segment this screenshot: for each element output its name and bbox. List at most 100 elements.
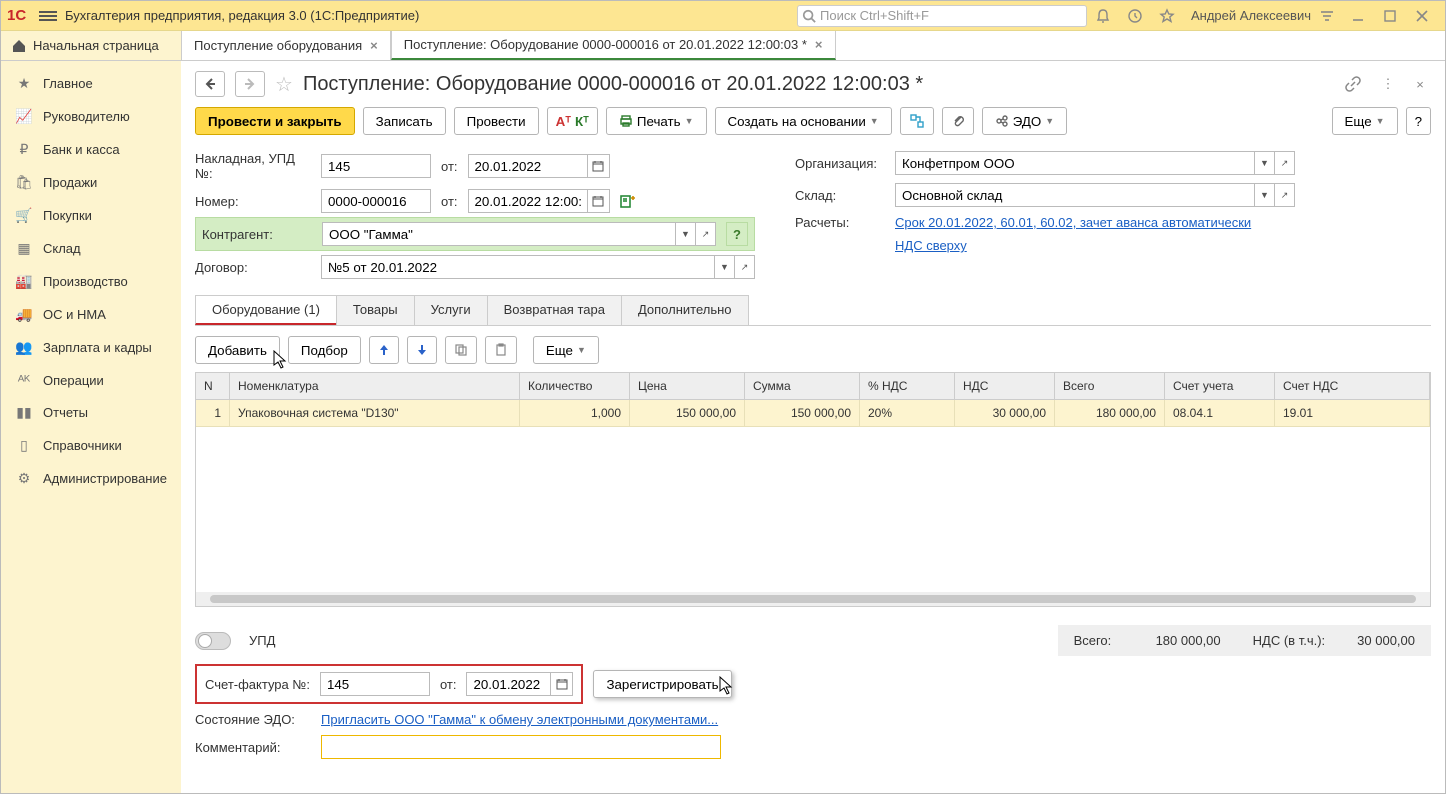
edo-state-label: Состояние ЭДО: [195, 712, 311, 727]
kebab-icon[interactable]: ⋮ [1377, 76, 1399, 92]
maximize-icon[interactable] [1383, 9, 1407, 23]
org-field[interactable] [895, 151, 1255, 175]
invoice-date-field[interactable] [468, 154, 588, 178]
sidebar-item-label: Справочники [43, 438, 122, 453]
col-qty: Количество [520, 373, 630, 399]
table-more-button[interactable]: Еще▼ [533, 336, 599, 364]
user-name[interactable]: Андрей Алексеевич [1191, 8, 1311, 23]
sidebar-item-label: ОС и НМА [43, 307, 106, 322]
global-search[interactable]: Поиск Ctrl+Shift+F [797, 5, 1087, 27]
dropdown-icon[interactable]: ▼ [1255, 151, 1275, 175]
close-icon[interactable]: × [370, 38, 378, 53]
calendar-icon[interactable] [551, 672, 573, 696]
star-icon: ★ [15, 75, 33, 92]
more-button[interactable]: Еще▼ [1332, 107, 1398, 135]
post-button[interactable]: Провести [454, 107, 539, 135]
link-icon[interactable] [1345, 76, 1367, 92]
move-up-button[interactable] [369, 336, 399, 364]
col-total: Всего [1055, 373, 1165, 399]
history-icon[interactable] [1127, 8, 1151, 24]
sidebar-item-main[interactable]: ★Главное [1, 67, 181, 100]
back-button[interactable] [195, 71, 225, 97]
dropdown-icon[interactable]: ▼ [715, 255, 735, 279]
entries-button[interactable]: АᵀКᵀ [547, 107, 598, 135]
open-icon[interactable]: ↗ [735, 255, 755, 279]
subtab-extra[interactable]: Дополнительно [621, 295, 749, 325]
sf-no-field[interactable] [320, 672, 430, 696]
contract-field[interactable] [321, 255, 715, 279]
main-menu-icon[interactable] [39, 9, 57, 23]
sidebar-item-manager[interactable]: 📈Руководителю [1, 100, 181, 133]
horizontal-scrollbar[interactable] [196, 592, 1430, 606]
record-button[interactable]: Записать [363, 107, 446, 135]
open-icon[interactable]: ↗ [1275, 151, 1295, 175]
cell-vatp: 20% [860, 400, 955, 426]
close-window-icon[interactable] [1415, 9, 1439, 23]
paste-button[interactable] [485, 336, 517, 364]
home-tab[interactable]: Начальная страница [1, 31, 181, 60]
copy-button[interactable] [445, 336, 477, 364]
subtab-services[interactable]: Услуги [414, 295, 488, 325]
invoice-no-field[interactable] [321, 154, 431, 178]
vat-mode-link[interactable]: НДС сверху [895, 238, 967, 253]
number-field[interactable] [321, 189, 431, 213]
doc-tab-2[interactable]: Поступление: Оборудование 0000-000016 от… [391, 31, 836, 60]
sidebar-item-reports[interactable]: ▮▮Отчеты [1, 396, 181, 429]
register-button[interactable]: Зарегистрировать [593, 670, 731, 698]
upd-toggle[interactable] [195, 632, 231, 650]
table-row[interactable]: 1 Упаковочная система "D130" 1,000 150 0… [196, 400, 1430, 427]
close-icon[interactable]: × [815, 37, 823, 52]
pick-button[interactable]: Подбор [288, 336, 361, 364]
from-label: от: [441, 159, 458, 174]
bars-icon: ▮▮ [15, 404, 33, 421]
calendar-icon[interactable] [588, 189, 610, 213]
sidebar-item-operations[interactable]: ᴬᴷОперации [1, 364, 181, 396]
cell-sum: 150 000,00 [745, 400, 860, 426]
dropdown-icon[interactable]: ▼ [676, 222, 696, 246]
minimize-icon[interactable] [1351, 9, 1375, 23]
sidebar-item-purchases[interactable]: 🛒Покупки [1, 199, 181, 232]
counterparty-field[interactable] [322, 222, 676, 246]
edo-invite-link[interactable]: Пригласить ООО "Гамма" к обмену электрон… [321, 712, 718, 727]
subtab-returnable[interactable]: Возвратная тара [487, 295, 622, 325]
sf-date-field[interactable] [466, 672, 551, 696]
sidebar-item-admin[interactable]: ⚙Администрирование [1, 462, 181, 495]
sidebar-item-refs[interactable]: ▯Справочники [1, 429, 181, 462]
number-date-field[interactable] [468, 189, 588, 213]
move-down-button[interactable] [407, 336, 437, 364]
attach-button[interactable] [942, 107, 974, 135]
panel-settings-icon[interactable] [1319, 8, 1343, 24]
create-based-button[interactable]: Создать на основании▼ [715, 107, 892, 135]
home-icon [11, 38, 27, 54]
sidebar-item-assets[interactable]: 🚚ОС и НМА [1, 298, 181, 331]
hint-button[interactable]: ? [726, 222, 748, 246]
subtab-goods[interactable]: Товары [336, 295, 415, 325]
edo-button[interactable]: ЭДО▼ [982, 107, 1067, 135]
add-row-button[interactable]: Добавить [195, 336, 280, 364]
calendar-icon[interactable] [588, 154, 610, 178]
open-icon[interactable]: ↗ [1275, 183, 1295, 207]
open-icon[interactable]: ↗ [696, 222, 716, 246]
subtab-equipment[interactable]: Оборудование (1) [195, 295, 337, 325]
warehouse-field[interactable] [895, 183, 1255, 207]
close-icon[interactable]: × [1409, 77, 1431, 92]
forward-button[interactable] [235, 71, 265, 97]
comment-field[interactable] [321, 735, 721, 759]
sidebar-item-warehouse[interactable]: ▦Склад [1, 232, 181, 265]
bell-icon[interactable] [1095, 8, 1119, 24]
related-button[interactable] [900, 107, 934, 135]
sidebar-item-hr[interactable]: 👥Зарплата и кадры [1, 331, 181, 364]
favorite-icon[interactable] [1159, 8, 1183, 24]
sidebar-item-bank[interactable]: ₽Банк и касса [1, 133, 181, 166]
post-and-close-button[interactable]: Провести и закрыть [195, 107, 355, 135]
sidebar-item-production[interactable]: 🏭Производство [1, 265, 181, 298]
dropdown-icon[interactable]: ▼ [1255, 183, 1275, 207]
sidebar-item-sales[interactable]: 🛍Продажи [1, 166, 181, 199]
favorite-toggle[interactable]: ☆ [275, 72, 293, 97]
inline-new-icon[interactable] [620, 194, 636, 208]
help-button[interactable]: ? [1406, 107, 1431, 135]
arrow-down-icon [416, 344, 428, 356]
print-button[interactable]: Печать▼ [606, 107, 707, 135]
doc-tab-1[interactable]: Поступление оборудования × [181, 31, 391, 60]
settlement-link[interactable]: Срок 20.01.2022, 60.01, 60.02, зачет ава… [895, 215, 1251, 230]
